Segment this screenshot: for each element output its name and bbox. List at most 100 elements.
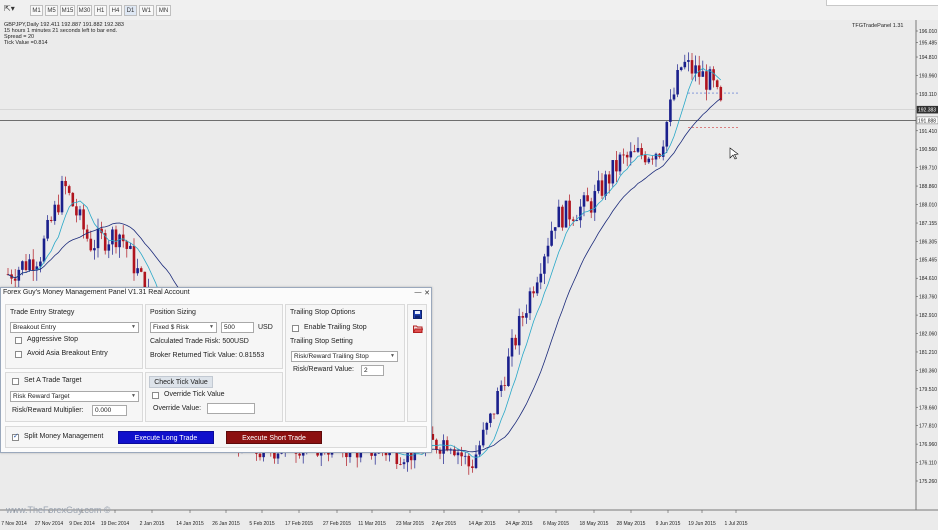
candle-body [683,61,687,68]
candle-body [435,439,438,450]
candle-body [456,452,460,456]
minimize-icon[interactable]: — [414,289,422,296]
override-value-input[interactable] [207,403,255,414]
candle-body [129,245,132,249]
open-folder-icon[interactable] [413,324,423,333]
price-tick-label: 176.110 [919,461,937,467]
candle-body [132,245,136,274]
candle-body [402,462,406,465]
candle-body [517,316,521,346]
timeframe-m30-button[interactable]: M30 [77,5,92,16]
candle-body [550,230,553,246]
price-tick-label: 178.660 [919,405,937,411]
candle-body [28,259,31,271]
candle-body [492,413,496,415]
enable-trailing-checkbox[interactable] [292,325,299,332]
candle-body [719,87,723,101]
price-tick-label: 185.465 [919,258,937,264]
broker-tick-value-text: Broker Returned Tick Value: 0.81553 [150,352,265,359]
candle-body [53,204,57,221]
price-tick-label: 188.860 [919,184,937,190]
target-type-select[interactable]: Risk Reward Target ▼ [10,391,139,402]
price-tick-label: 177.810 [919,424,937,430]
set-target-label: Set A Trade Target [24,377,82,384]
date-tick-label: 5 Feb 2015 [249,521,275,527]
check-tick-value-button[interactable]: Check Tick Value [149,376,213,388]
watermark-text: www.TheForexGuy.com © [6,505,111,515]
side-toolbar [407,304,427,422]
candle-body [471,466,474,469]
panel-title: Forex Guy's Money Management Panel V1.31… [3,289,190,296]
price-tick-label: 190.560 [919,147,937,153]
candle-body [118,234,121,248]
execute-long-button[interactable]: Execute Long Trade [118,431,214,444]
date-tick-label: 2 Jan 2015 [140,521,165,527]
timeframe-m1-button[interactable]: M1 [30,5,43,16]
candle-body [618,154,622,172]
panel-title-bar[interactable]: Forex Guy's Money Management Panel V1.31… [1,288,431,300]
candle-body [568,200,571,220]
timeframe-m5-button[interactable]: M5 [45,5,58,16]
price-tick-label: 195.485 [919,40,937,46]
current-price-label: 192.383 [918,108,936,114]
date-tick-label: 6 May 2015 [543,521,569,527]
candle-body [705,71,708,90]
candle-body [96,228,100,249]
trailing-setting-select[interactable]: Risk/Reward Trailing Stop ▼ [291,351,398,362]
candle-body [24,261,28,271]
timeframe-mn-button[interactable]: MN [156,5,171,16]
date-tick-label: 24 Apr 2015 [506,521,533,527]
avoid-asia-checkbox[interactable] [15,351,22,358]
candlestick-chart[interactable]: 196.010 195.485 194.810 193.960 193.110 191.4… [0,20,938,530]
candle-body [42,238,46,262]
timeframe-d1-button[interactable]: D1 [124,5,137,16]
split-money-checkbox[interactable] [12,432,19,441]
risk-amount-input[interactable]: 500 [221,322,254,333]
execute-short-button[interactable]: Execute Short Trade [226,431,322,444]
candle-body [708,69,712,90]
candle-body [481,429,485,446]
save-icon[interactable] [413,310,422,319]
candle-body [679,67,683,70]
set-target-checkbox[interactable] [12,378,19,385]
candle-body [600,180,604,196]
candle-body [467,455,471,467]
rr-value-input[interactable]: 2 [361,365,384,376]
timeframe-h1-button[interactable]: H1 [94,5,107,16]
candle-body [690,60,694,74]
rr-value-label: Risk/Reward Value: [293,366,354,373]
date-tick-label: 11 Mar 2015 [358,521,386,527]
candle-body [85,229,89,239]
candle-body [258,453,262,458]
entry-strategy-select[interactable]: Breakout Entry ▼ [10,322,139,333]
trailing-setting-value: Risk/Reward Trailing Stop [294,353,369,360]
candle-body [75,206,78,216]
aggressive-stop-checkbox[interactable] [15,337,22,344]
candle-body [78,209,82,216]
candle-body [532,291,535,294]
sizing-mode-select[interactable]: Fixed $ Risk ▼ [150,322,217,333]
date-tick-label: 19 Dec 2014 [101,521,130,527]
candle-body [276,453,280,459]
price-chart[interactable]: 196.010 195.485 194.810 193.960 193.110 191.4… [0,20,938,530]
candle-body [139,268,143,272]
chevron-down-icon: ▼ [131,324,136,330]
close-icon[interactable]: ✕ [423,289,431,297]
price-tick-label: 183.760 [919,295,937,301]
candle-body [474,454,478,469]
trailing-stop-group: Trailing Stop Options Enable Trailing St… [285,304,405,422]
currency-label: USD [258,324,273,331]
candle-body [442,440,445,454]
price-tick-label: 193.110 [919,92,937,98]
timeframe-h4-button[interactable]: H4 [109,5,122,16]
split-money-label: Split Money Management [24,433,104,440]
chevron-down-icon: ▼ [390,353,395,359]
override-tick-checkbox[interactable] [152,392,159,399]
timeframe-w1-button[interactable]: W1 [139,5,154,16]
candle-body [507,356,510,387]
cursor-tool-button[interactable]: ⇱▾ [4,4,20,16]
candle-body [496,391,499,415]
rr-multiplier-input[interactable]: 0.000 [92,405,127,416]
candle-body [593,191,597,213]
timeframe-m15-button[interactable]: M15 [60,5,75,16]
